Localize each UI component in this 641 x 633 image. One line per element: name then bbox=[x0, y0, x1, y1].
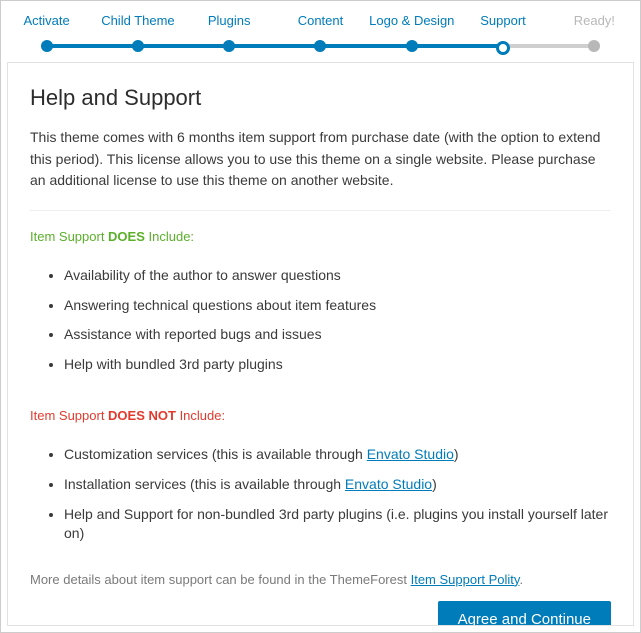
list-item: Help with bundled 3rd party plugins bbox=[64, 355, 611, 375]
agree-continue-button[interactable]: Agree and Continue bbox=[438, 601, 611, 626]
step-ready: Ready! bbox=[549, 9, 640, 56]
list-item: Installation services (this is available… bbox=[64, 475, 611, 495]
content-card: Help and Support This theme comes with 6… bbox=[7, 62, 634, 626]
step-dot-icon bbox=[223, 40, 235, 52]
intro-text: This theme comes with 6 months item supp… bbox=[30, 127, 611, 192]
page-title: Help and Support bbox=[30, 85, 611, 111]
step-dot-icon bbox=[588, 40, 600, 52]
step-dot-icon bbox=[41, 40, 53, 52]
step-label: Activate bbox=[24, 9, 70, 32]
excludes-heading: Item Support DOES NOT Include: bbox=[30, 408, 611, 423]
step-dot-icon bbox=[314, 40, 326, 52]
step-dot-icon bbox=[406, 40, 418, 52]
step-support[interactable]: Support bbox=[457, 9, 548, 56]
list-item: Customization services (this is availabl… bbox=[64, 445, 611, 465]
step-label: Plugins bbox=[208, 9, 251, 32]
step-logo-design[interactable]: Logo & Design bbox=[366, 9, 457, 56]
step-dot-icon bbox=[132, 40, 144, 52]
includes-heading: Item Support DOES Include: bbox=[30, 229, 611, 244]
divider bbox=[30, 210, 611, 211]
actions-row: Agree and Continue bbox=[30, 587, 611, 626]
wizard-stepper: Activate Child Theme Plugins Content Log… bbox=[1, 1, 640, 56]
step-label: Child Theme bbox=[101, 9, 174, 32]
list-item: Assistance with reported bugs and issues bbox=[64, 325, 611, 345]
envato-studio-link[interactable]: Envato Studio bbox=[367, 446, 454, 462]
list-item: Help and Support for non-bundled 3rd par… bbox=[64, 505, 611, 544]
footnote: More details about item support can be f… bbox=[30, 572, 611, 587]
step-label: Logo & Design bbox=[369, 9, 454, 32]
step-content[interactable]: Content bbox=[275, 9, 366, 56]
step-activate[interactable]: Activate bbox=[1, 9, 92, 56]
step-child-theme[interactable]: Child Theme bbox=[92, 9, 183, 56]
list-item: Answering technical questions about item… bbox=[64, 296, 611, 316]
step-label: Content bbox=[298, 9, 344, 32]
step-plugins[interactable]: Plugins bbox=[184, 9, 275, 56]
step-label: Ready! bbox=[574, 9, 615, 32]
envato-studio-link[interactable]: Envato Studio bbox=[345, 476, 432, 492]
item-support-policy-link[interactable]: Item Support Polity bbox=[411, 572, 520, 587]
step-dot-icon bbox=[496, 41, 510, 55]
list-item: Availability of the author to answer que… bbox=[64, 266, 611, 286]
step-label: Support bbox=[480, 9, 526, 32]
excludes-list: Customization services (this is availabl… bbox=[30, 445, 611, 553]
includes-list: Availability of the author to answer que… bbox=[30, 266, 611, 384]
